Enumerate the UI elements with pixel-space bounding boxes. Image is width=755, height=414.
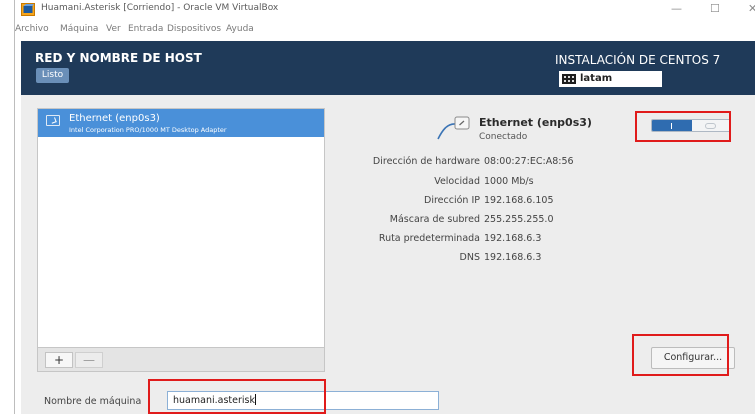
device-description: Intel Corporation PRO/1000 MT Desktop Ad… (69, 126, 227, 134)
list-item-ethernet[interactable]: Ethernet (enp0s3) Intel Corporation PRO/… (38, 109, 324, 137)
menu-dispositivos[interactable]: Dispositivos (167, 24, 221, 34)
property-label: Ruta predeterminada (378, 233, 480, 244)
property-speed: Velocidad 1000 Mb/s (321, 176, 671, 190)
close-button[interactable]: ✕ (748, 2, 755, 15)
menu-ayuda[interactable]: Ayuda (226, 24, 254, 34)
ethernet-icon (437, 116, 470, 140)
installer-title: INSTALACIÓN DE CENTOS 7 (555, 53, 721, 67)
keyboard-icon (562, 74, 576, 84)
keyboard-layout-indicator[interactable]: latam (559, 71, 662, 87)
property-value: 192.168.6.3 (484, 233, 542, 244)
device-name: Ethernet (enp0s3) (69, 113, 160, 124)
property-hardware-address: Dirección de hardware 08:00:27:EC:A8:56 (321, 156, 671, 170)
virtualbox-icon (21, 3, 35, 16)
maximize-button[interactable]: ☐ (710, 2, 720, 15)
remove-device-button[interactable]: — (75, 352, 103, 368)
menu-bar: Archivo Máquina Ver Entrada Dispositivos… (15, 24, 755, 38)
property-label: Máscara de subred (389, 214, 480, 225)
annotation-box-hostname (148, 379, 326, 414)
device-list-toolbar: + — (37, 348, 325, 372)
property-ip-address: Dirección IP 192.168.6.105 (321, 195, 671, 209)
hostname-label: Nombre de máquina (44, 396, 142, 407)
property-label: Dirección de hardware (372, 156, 480, 167)
network-cable-icon (46, 115, 60, 126)
installer-header: RED Y NOMBRE DE HOST Listo INSTALACIÓN D… (21, 41, 755, 95)
done-button[interactable]: Listo (36, 68, 69, 83)
menu-archivo[interactable]: Archivo (15, 24, 49, 34)
property-value: 255.255.255.0 (484, 214, 554, 225)
property-label: Velocidad (434, 176, 480, 187)
property-label: Dirección IP (424, 195, 480, 206)
menu-ver[interactable]: Ver (106, 24, 121, 34)
property-value: 1000 Mb/s (484, 176, 534, 187)
property-value: 08:00:27:EC:A8:56 (484, 156, 574, 167)
property-default-route: Ruta predeterminada 192.168.6.3 (321, 233, 671, 247)
keyboard-layout-label: latam (580, 73, 613, 84)
property-label: DNS (459, 252, 480, 263)
property-value: 192.168.6.105 (484, 195, 554, 206)
annotation-box-configure (632, 334, 729, 376)
menu-maquina[interactable]: Máquina (60, 24, 98, 34)
minimize-button[interactable]: — (671, 2, 682, 15)
title-bar: Huamani.Asterisk [Corriendo] - Oracle VM… (15, 0, 755, 20)
virtualbox-window: Huamani.Asterisk [Corriendo] - Oracle VM… (14, 0, 755, 414)
window-title: Huamani.Asterisk [Corriendo] - Oracle VM… (41, 3, 279, 13)
page-title: RED Y NOMBRE DE HOST (35, 51, 202, 65)
network-device-list: Ethernet (enp0s3) Intel Corporation PRO/… (37, 108, 325, 348)
menu-entrada[interactable]: Entrada (128, 24, 163, 34)
property-value: 192.168.6.3 (484, 252, 542, 263)
annotation-box-toggle (635, 111, 731, 142)
property-dns: DNS 192.168.6.3 (321, 252, 671, 266)
add-device-button[interactable]: + (45, 352, 73, 368)
detail-device-name: Ethernet (enp0s3) (479, 116, 592, 129)
property-subnet-mask: Máscara de subred 255.255.255.0 (321, 214, 671, 228)
connection-status: Conectado (479, 132, 528, 142)
